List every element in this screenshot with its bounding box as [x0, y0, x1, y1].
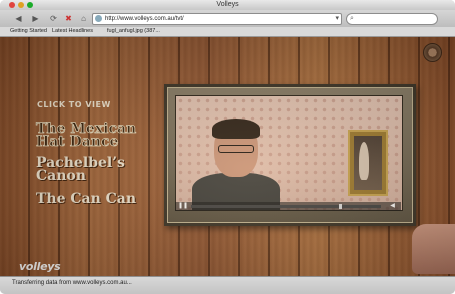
video-controls: ❚❚ ◀ [175, 202, 401, 211]
song-link-can-can[interactable]: The Can Can [36, 191, 137, 207]
song-link-pachelbels-canon[interactable]: Pachelbel’s Canon [36, 156, 125, 184]
song-link-mexican-hat-dance[interactable]: The Mexican Hat Dance [36, 122, 137, 150]
stop-icon[interactable]: ✖ [63, 13, 74, 24]
volume-icon[interactable]: ◀ [389, 203, 396, 210]
song-title-line: The Can Can [36, 191, 137, 207]
dropdown-icon[interactable]: ▾ [335, 14, 339, 24]
back-arrow-icon[interactable]: ◀ [13, 13, 24, 24]
progress-thumb[interactable] [338, 204, 342, 209]
title-bar: Volleys [0, 0, 455, 10]
wall-clock-icon [423, 43, 442, 62]
video-player[interactable] [175, 95, 403, 211]
site-icon [95, 15, 102, 22]
pause-icon[interactable]: ❚❚ [178, 203, 188, 210]
man-with-glasses-image [192, 119, 280, 210]
bookmark-item[interactable]: fugl_anfugl.jpg (387... [107, 27, 160, 36]
framed-painting-image [348, 130, 388, 196]
page-content: CLICK TO VIEW The Mexican Hat Dance Pach… [0, 37, 455, 276]
volleys-logo: volleys [19, 260, 61, 273]
address-text: http://www.volleys.com.au/tvt/ [105, 16, 184, 22]
sofa-image [412, 224, 455, 274]
window-title: Volleys [216, 1, 239, 8]
search-input[interactable]: ⌕ [346, 13, 438, 25]
status-bar: Transferring data from www.volleys.com.a… [0, 276, 455, 294]
song-title-line: Canon [36, 167, 86, 184]
search-icon: ⌕ [350, 15, 354, 22]
song-title-line: Hat Dance [36, 133, 119, 150]
reload-icon[interactable]: ⟳ [48, 13, 59, 24]
home-icon[interactable]: ⌂ [78, 13, 89, 24]
bookmarks-bar: Getting Started Latest Headlines fugl_an… [0, 27, 455, 37]
forward-arrow-icon[interactable]: ▶ [30, 13, 41, 24]
status-text: Transferring data from www.volleys.com.a… [12, 280, 132, 286]
address-bar[interactable]: http://www.volleys.com.au/tvt/ ▾ [92, 13, 342, 25]
video-frame: ❚❚ ◀ [164, 84, 416, 226]
bookmark-item[interactable]: Getting Started [10, 27, 47, 36]
progress-track[interactable] [191, 204, 381, 209]
click-to-view-label: CLICK TO VIEW [37, 100, 111, 109]
browser-toolbar: ◀ ▶ ⟳ ✖ ⌂ http://www.volleys.com.au/tvt/… [0, 10, 455, 28]
browser-window: Volleys ◀ ▶ ⟳ ✖ ⌂ http://www.volleys.com… [0, 0, 455, 294]
bookmark-item[interactable]: Latest Headlines [52, 27, 93, 36]
